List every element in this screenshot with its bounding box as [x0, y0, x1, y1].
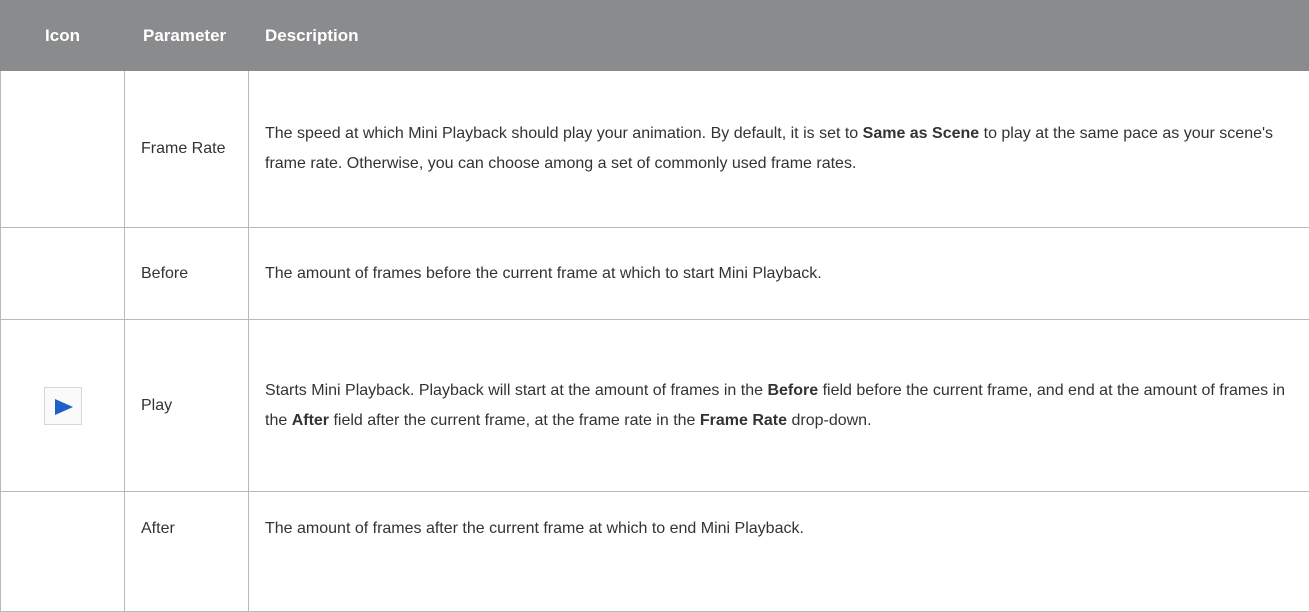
header-parameter: Parameter — [125, 1, 249, 71]
table-row: Play Starts Mini Playback. Playback will… — [1, 320, 1309, 492]
description-emphasis: Same as Scene — [863, 125, 980, 142]
parameter-cell: Before — [125, 228, 249, 320]
header-description: Description — [249, 1, 1309, 71]
description-text: The speed at which Mini Playback should … — [265, 125, 863, 142]
description-text: The amount of frames after the current f… — [265, 520, 804, 537]
table-row: Frame Rate The speed at which Mini Playb… — [1, 71, 1309, 228]
description-text: Starts Mini Playback. Playback will star… — [265, 382, 767, 399]
description-emphasis: Frame Rate — [700, 412, 787, 429]
description-emphasis: After — [292, 412, 329, 429]
parameter-cell: Play — [125, 320, 249, 492]
description-emphasis: Before — [767, 382, 818, 399]
icon-cell — [1, 71, 125, 228]
description-cell: Starts Mini Playback. Playback will star… — [249, 320, 1309, 492]
description-text: The amount of frames before the current … — [265, 265, 822, 282]
header-icon: Icon — [1, 1, 125, 71]
icon-cell — [1, 320, 125, 492]
icon-cell — [1, 492, 125, 612]
parameters-table: Icon Parameter Description Frame Rate Th… — [0, 0, 1309, 612]
play-icon — [53, 396, 75, 418]
icon-cell — [1, 228, 125, 320]
play-button[interactable] — [44, 387, 82, 425]
parameter-cell: Frame Rate — [125, 71, 249, 228]
table-header-row: Icon Parameter Description — [1, 1, 1309, 71]
description-cell: The amount of frames after the current f… — [249, 492, 1309, 612]
description-text: drop-down. — [787, 412, 872, 429]
parameter-cell: After — [125, 492, 249, 612]
table-row: Before The amount of frames before the c… — [1, 228, 1309, 320]
description-cell: The speed at which Mini Playback should … — [249, 71, 1309, 228]
table-row: After The amount of frames after the cur… — [1, 492, 1309, 612]
description-text: field after the current frame, at the fr… — [329, 412, 700, 429]
description-cell: The amount of frames before the current … — [249, 228, 1309, 320]
